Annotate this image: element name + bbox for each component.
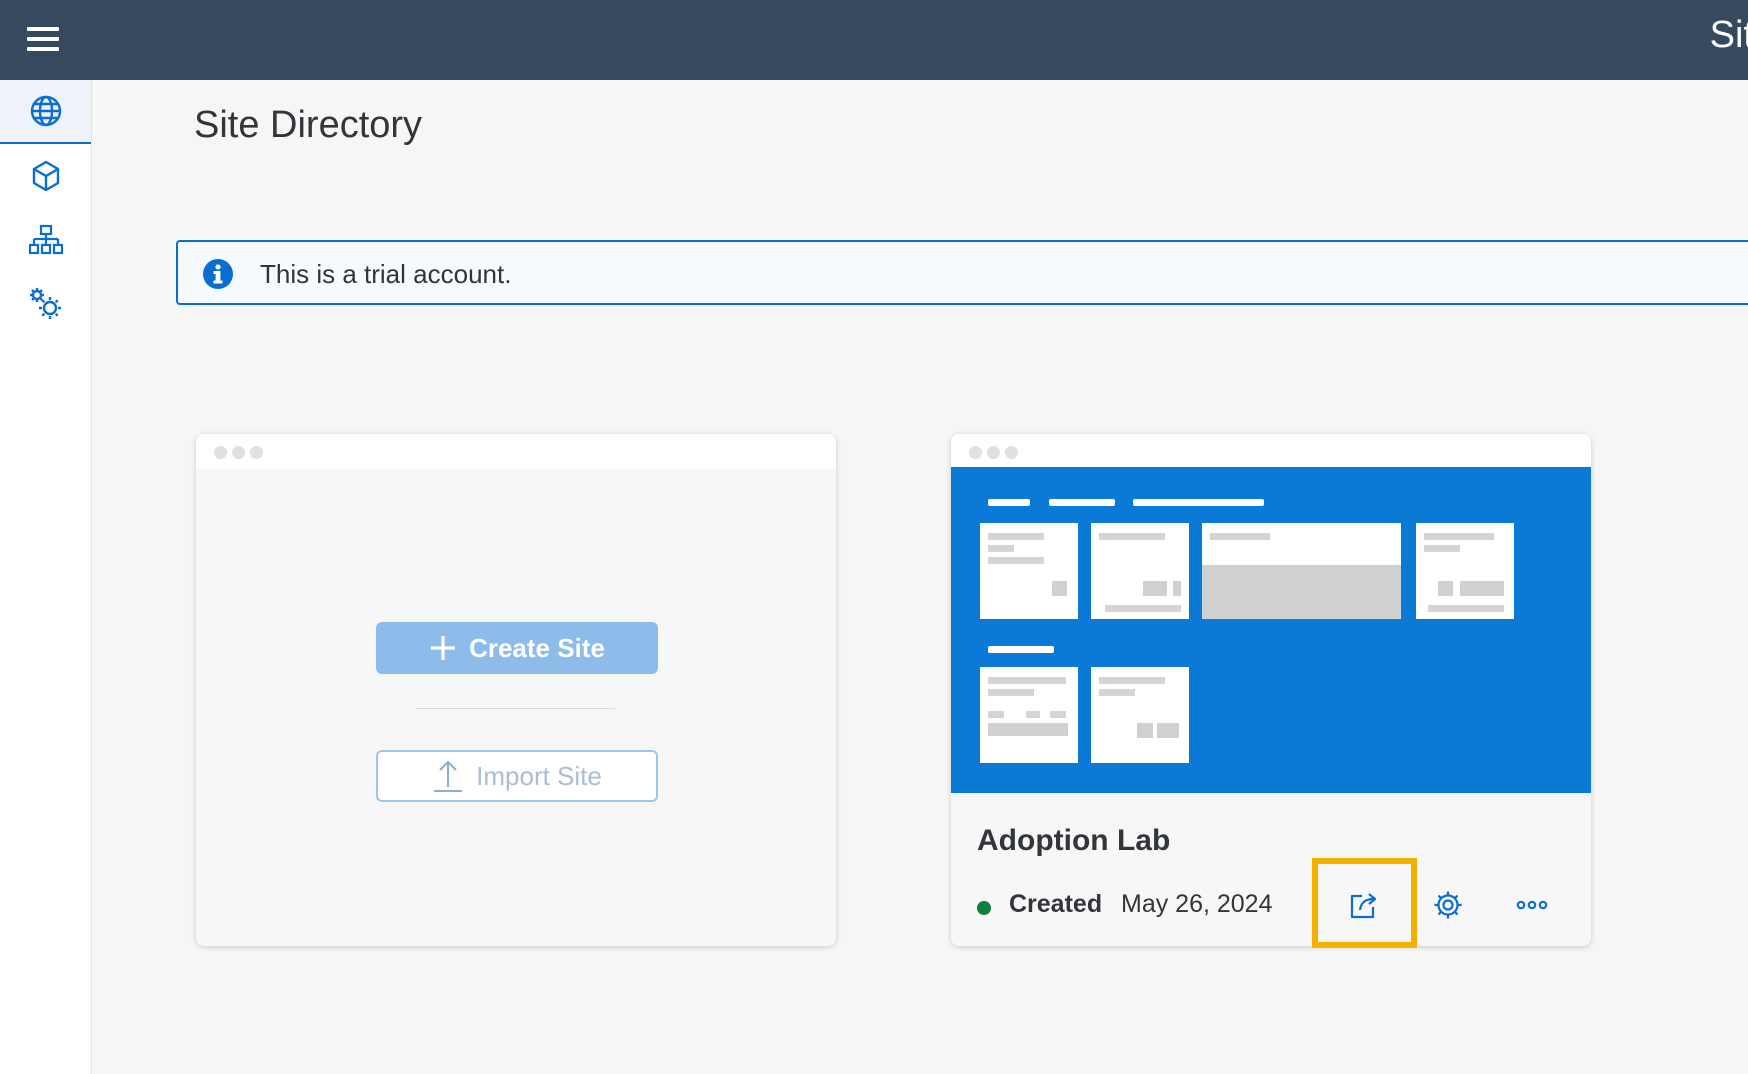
globe-icon — [30, 95, 61, 127]
status-indicator — [977, 901, 991, 915]
open-site-button[interactable] — [1340, 881, 1388, 929]
create-site-button[interactable]: Create Site — [376, 622, 658, 674]
divider — [415, 708, 615, 709]
cube-icon — [32, 160, 59, 192]
trial-message-strip: This is a trial account. — [176, 240, 1748, 305]
card-window-bar — [196, 434, 836, 469]
nav-item-settings[interactable] — [0, 272, 91, 336]
import-site-label: Import Site — [476, 760, 602, 791]
nav-item-hierarchy[interactable] — [0, 208, 91, 272]
create-site-card: Create Site Import Site — [196, 434, 836, 946]
created-date: May 26, 2024 — [1121, 890, 1273, 918]
org-chart-icon — [28, 224, 63, 255]
hamburger-menu-icon[interactable] — [22, 20, 64, 60]
shell-title: Sit — [1709, 14, 1748, 56]
nav-item-sites[interactable] — [0, 80, 91, 144]
page-title: Site Directory — [194, 104, 423, 146]
plus-icon — [431, 636, 456, 660]
shell-header: Sit — [0, 0, 1748, 80]
upload-icon — [434, 760, 463, 792]
info-icon — [203, 259, 233, 289]
overflow-icon — [1516, 900, 1548, 910]
site-settings-button[interactable] — [1424, 881, 1472, 929]
site-preview-thumbnail[interactable] — [951, 467, 1591, 793]
message-text: This is a trial account. — [260, 259, 512, 289]
nav-item-content[interactable] — [0, 144, 91, 208]
open-external-icon — [1350, 893, 1377, 919]
gears-icon — [29, 288, 61, 319]
more-actions-button[interactable] — [1508, 881, 1556, 929]
site-name[interactable]: Adoption Lab — [977, 824, 1170, 858]
import-site-button[interactable]: Import Site — [376, 750, 658, 802]
gear-icon — [1434, 891, 1462, 919]
card-window-bar — [951, 434, 1591, 469]
site-card[interactable]: Adoption Lab Created May 26, 2024 — [951, 434, 1591, 946]
side-navigation — [0, 80, 92, 1074]
status-label: Created — [1009, 890, 1103, 918]
create-site-label: Create Site — [469, 632, 605, 663]
